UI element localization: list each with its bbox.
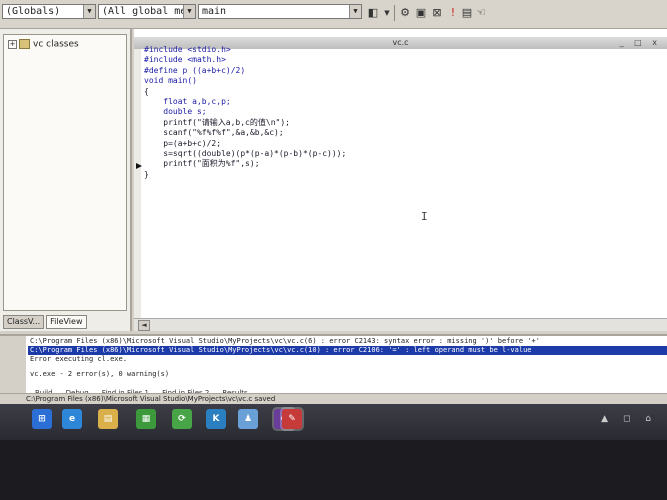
internet-explorer-icon[interactable]: e <box>62 409 82 429</box>
code-line: s=sqrt((double)(p*(p-a)*(p-b)*(p-c))); <box>144 148 347 158</box>
output-line[interactable]: C:\Program Files (x86)\Microsoft Visual … <box>30 337 540 346</box>
members-combo[interactable]: (All global members ▼ <box>98 4 196 19</box>
code-line: #define p ((a+b+c)/2) <box>144 65 246 75</box>
code-line: scanf("%f%f%f",&a,&b,&c); <box>144 128 284 138</box>
chevron-down-icon[interactable]: ▼ <box>380 6 394 20</box>
chevron-down-icon[interactable]: ▼ <box>183 5 195 18</box>
expand-icon[interactable]: + <box>8 39 17 49</box>
windows-start-icon[interactable]: ⊞ <box>32 409 52 429</box>
workspace-tabs: ClassV... FileView <box>3 315 89 329</box>
tree-item-vc-classes[interactable]: + vc classes <box>8 39 79 50</box>
editor-title: vc.c <box>392 38 409 47</box>
breakpoint-hand-icon[interactable]: ☜ <box>474 6 488 20</box>
code-line: } <box>144 169 149 179</box>
wizard-action-icon[interactable]: ◧ <box>366 6 380 20</box>
code-line: float a,b,c,p; <box>144 96 231 106</box>
code-line: void main() <box>144 76 197 86</box>
function-combo[interactable]: main ▼ <box>198 4 362 19</box>
build-icon[interactable]: ▣ <box>414 6 428 20</box>
class-tree: + vc classes <box>3 34 127 311</box>
ide-screen: (Globals) ▼ (All global members ▼ main ▼… <box>0 0 667 440</box>
output-line[interactable]: Error executing cl.exe. <box>30 355 127 364</box>
horizontal-scrollbar[interactable]: ◄ <box>134 318 667 331</box>
execute-icon[interactable]: ! <box>446 6 460 20</box>
workspace-panel: + vc classes ClassV... FileView <box>0 29 132 331</box>
chevron-down-icon[interactable]: ▼ <box>83 5 95 18</box>
output-tabs: Build Debug Find in Files 1 Find in File… <box>32 380 253 397</box>
compile-icon[interactable]: ⚙ <box>398 6 412 20</box>
tab-fileview[interactable]: FileView <box>46 315 87 329</box>
output-line[interactable]: vc.exe - 2 error(s), 0 warning(s) <box>30 370 169 379</box>
tab-classview[interactable]: ClassV... <box>3 315 45 329</box>
go-icon[interactable]: ▤ <box>460 6 474 20</box>
folder-icon <box>19 39 30 49</box>
code-line: { <box>144 86 149 96</box>
scope-combo-text: (Globals) <box>6 6 61 17</box>
system-tray[interactable]: ▲ ◻ ⌂ <box>601 414 657 424</box>
output-dock-handle[interactable] <box>0 336 26 394</box>
sync-app-icon[interactable]: ⟳ <box>172 409 192 429</box>
status-bar: C:\Program Files (x86)\Microsoft Visual … <box>0 393 667 404</box>
stop-build-icon[interactable]: ⊠ <box>430 6 444 20</box>
code-line: #include <math.h> <box>144 55 226 65</box>
toolbar-separator <box>394 5 395 21</box>
tree-item-label: vc classes <box>33 39 79 50</box>
code-line: #include <stdio.h> <box>144 45 231 54</box>
code-editor[interactable]: vc.c _ □ x #include <stdio.h> #include <… <box>134 29 667 331</box>
editor-gutter <box>134 49 142 319</box>
file-explorer-icon[interactable]: ▤ <box>98 409 118 429</box>
code-line: printf("请输入a,b,c的值\n"); <box>144 117 290 127</box>
wizard-toolbar: (Globals) ▼ (All global members ▼ main ▼… <box>0 0 667 29</box>
qq-penguin-icon[interactable]: ♟ <box>238 409 258 429</box>
members-combo-text: (All global members <box>102 6 195 17</box>
app-green-icon[interactable]: ▦ <box>136 409 156 429</box>
error-marker-icon <box>136 163 142 169</box>
output-line-selected[interactable]: C:\Program Files (x86)\Microsoft Visual … <box>28 346 667 355</box>
text-cursor-icon: I <box>421 210 428 223</box>
code-line: p=(a+b+c)/2; <box>144 138 222 148</box>
chevron-down-icon[interactable]: ▼ <box>349 5 361 18</box>
scroll-left-icon[interactable]: ◄ <box>138 320 150 331</box>
k-app-icon[interactable]: K <box>206 409 226 429</box>
scope-combo[interactable]: (Globals) ▼ <box>2 4 96 19</box>
window-controls[interactable]: _ □ x <box>620 37 661 49</box>
app-red-icon[interactable]: ✎ <box>282 409 302 429</box>
code-line: printf("面积为%f",s); <box>144 159 260 169</box>
code-line: double s; <box>144 107 207 117</box>
output-panel: C:\Program Files (x86)\Microsoft Visual … <box>0 334 667 397</box>
function-combo-text: main <box>202 6 227 17</box>
source-code[interactable]: #include <stdio.h> #include <math.h> #de… <box>144 45 346 180</box>
windows-taskbar: ⊞e▤▦⟳K♟∞✎ ▲ ◻ ⌂ <box>0 404 667 440</box>
